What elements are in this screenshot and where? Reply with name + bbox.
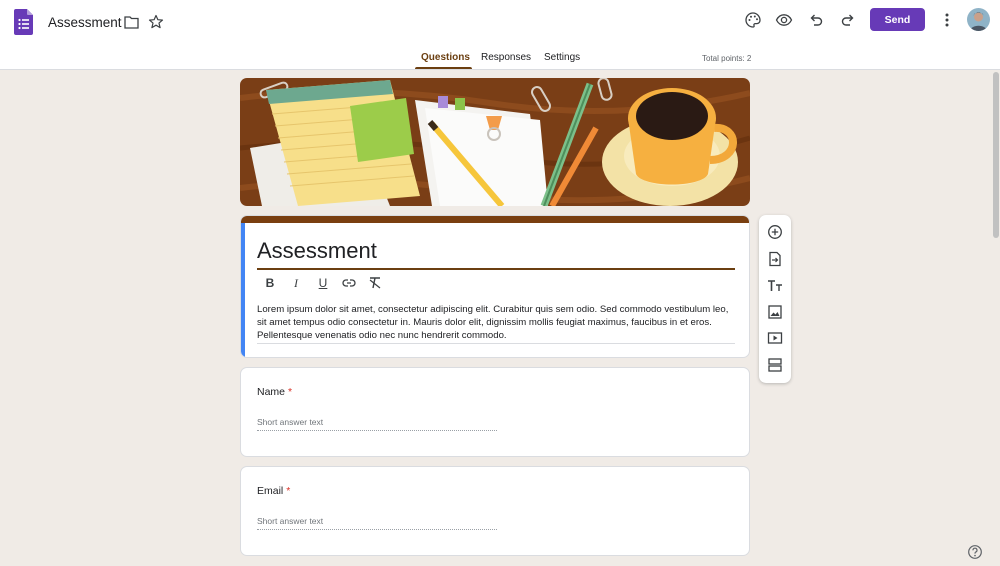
title-underline bbox=[257, 268, 735, 270]
form-title-input[interactable]: Assessment bbox=[257, 238, 377, 264]
total-points: Total points: 2 bbox=[702, 54, 752, 63]
tab-settings[interactable]: Settings bbox=[544, 52, 580, 63]
link-icon[interactable] bbox=[342, 275, 356, 291]
redo-icon[interactable] bbox=[839, 11, 857, 29]
clear-formatting-icon[interactable] bbox=[368, 275, 382, 291]
question-card-email[interactable]: Email * Short answer text bbox=[240, 466, 750, 556]
tab-bar: Questions Responses Settings Total point… bbox=[0, 44, 1000, 70]
answer-line bbox=[257, 529, 497, 530]
add-video-icon[interactable] bbox=[767, 330, 783, 346]
add-title-icon[interactable] bbox=[767, 278, 783, 294]
more-vert-icon[interactable] bbox=[940, 11, 954, 29]
page-scrollbar[interactable] bbox=[993, 72, 999, 238]
tab-questions[interactable]: Questions bbox=[421, 52, 470, 63]
floating-side-toolbar bbox=[759, 215, 791, 383]
active-tab-indicator bbox=[415, 67, 472, 69]
forms-logo-icon[interactable] bbox=[14, 9, 33, 35]
short-answer-placeholder: Short answer text bbox=[257, 417, 324, 427]
import-questions-icon[interactable] bbox=[767, 251, 783, 267]
bold-button[interactable]: B bbox=[263, 275, 277, 291]
add-image-icon[interactable] bbox=[767, 304, 783, 320]
description-underline bbox=[257, 343, 735, 344]
short-answer-placeholder: Short answer text bbox=[257, 516, 324, 526]
add-section-icon[interactable] bbox=[767, 357, 783, 373]
palette-icon[interactable] bbox=[744, 11, 762, 29]
theme-color-strip bbox=[241, 216, 749, 223]
question-title: Email * bbox=[257, 485, 291, 497]
required-asterisk: * bbox=[286, 485, 291, 497]
required-asterisk: * bbox=[288, 386, 293, 398]
document-title[interactable]: Assessment bbox=[48, 15, 122, 30]
star-icon[interactable] bbox=[148, 14, 164, 30]
header-banner-image bbox=[240, 78, 750, 206]
italic-button[interactable]: I bbox=[289, 275, 303, 291]
avatar[interactable] bbox=[967, 8, 990, 31]
desk-illustration bbox=[240, 78, 750, 206]
question-title: Name * bbox=[257, 386, 293, 398]
help-icon[interactable] bbox=[967, 544, 983, 560]
add-question-icon[interactable] bbox=[767, 224, 783, 240]
undo-icon[interactable] bbox=[807, 11, 825, 29]
underline-button[interactable]: U bbox=[316, 275, 330, 291]
tab-responses[interactable]: Responses bbox=[481, 52, 531, 63]
form-description[interactable]: Lorem ipsum dolor sit amet, consectetur … bbox=[257, 303, 737, 342]
send-button[interactable]: Send bbox=[870, 8, 925, 31]
answer-line bbox=[257, 430, 497, 431]
selected-indicator bbox=[241, 223, 245, 357]
folder-icon[interactable] bbox=[124, 15, 139, 29]
question-card-name[interactable]: Name * Short answer text bbox=[240, 367, 750, 457]
preview-eye-icon[interactable] bbox=[775, 11, 793, 29]
top-app-bar: Assessment Send bbox=[0, 0, 1000, 44]
form-title-card[interactable]: Assessment B I U Lorem ipsum dolor sit a… bbox=[240, 215, 750, 358]
